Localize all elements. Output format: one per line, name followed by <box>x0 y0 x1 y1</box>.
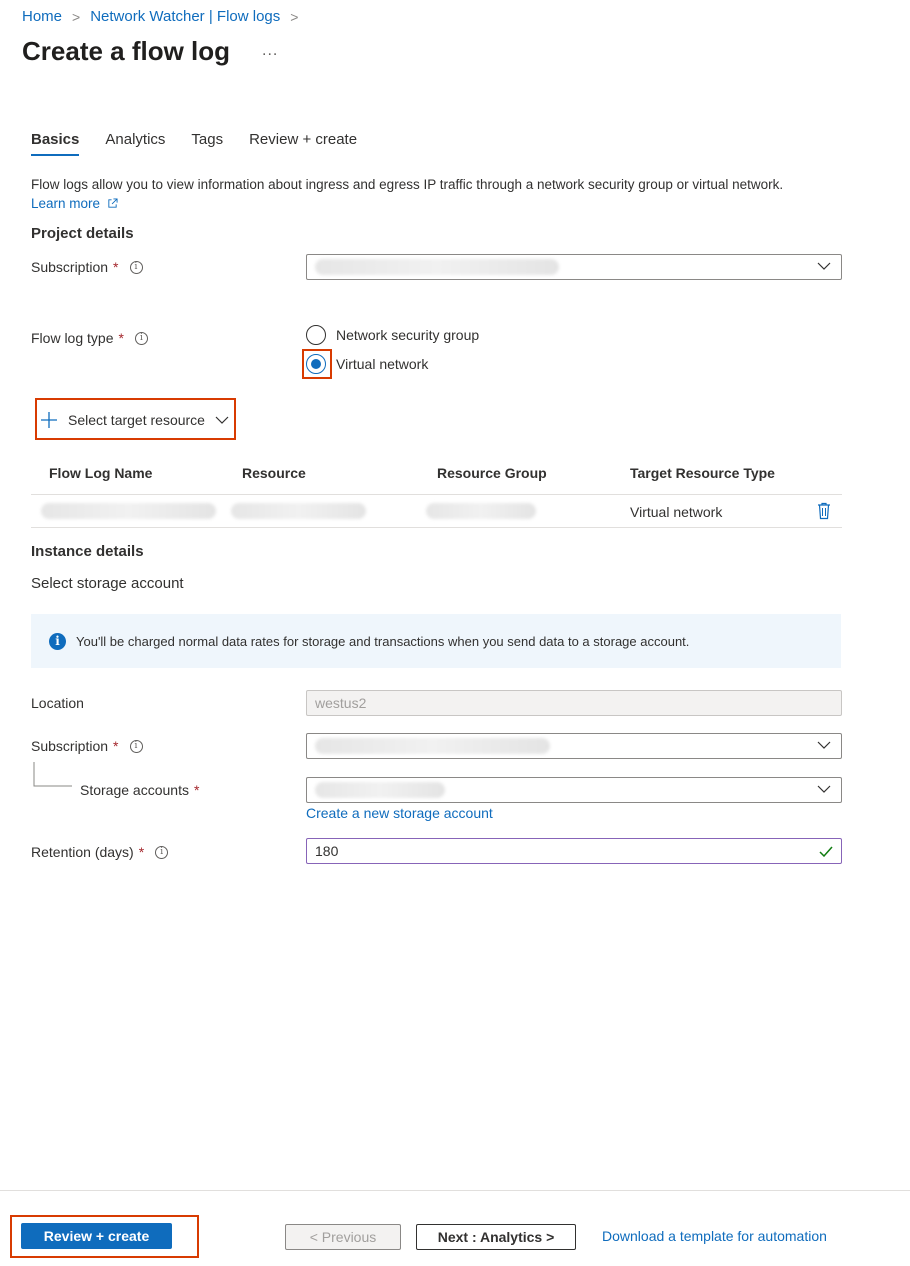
table-row: Virtual network <box>31 494 842 528</box>
info-banner: i You'll be charged normal data rates fo… <box>31 614 841 668</box>
info-icon[interactable]: i <box>129 739 143 753</box>
redacted-value <box>231 503 366 519</box>
tab-basics[interactable]: Basics <box>31 131 80 156</box>
storage-accounts-label: Storage accounts * <box>80 782 200 798</box>
subscription-label: Subscription * i <box>31 259 143 275</box>
intro-description: Flow logs allow you to view information … <box>31 175 851 213</box>
subscription-dropdown[interactable] <box>306 254 842 280</box>
storage-subscription-label: Subscription * i <box>31 738 143 754</box>
page-title: Create a flow log <box>22 36 231 66</box>
select-target-resource-button[interactable]: Select target resource <box>36 400 236 440</box>
redacted-value <box>41 503 216 519</box>
tree-connector <box>33 762 72 787</box>
tab-analytics[interactable]: Analytics <box>105 131 165 156</box>
highlight-box <box>302 349 332 379</box>
tab-review-create[interactable]: Review + create <box>249 131 357 156</box>
tab-list: Basics Analytics Tags Review + create <box>31 131 357 156</box>
chevron-down-icon <box>215 416 229 424</box>
radio-button[interactable] <box>306 325 326 345</box>
info-icon[interactable]: i <box>134 331 148 345</box>
breadcrumb-home-link[interactable]: Home <box>22 8 62 25</box>
target-resource-type: Virtual network <box>630 504 723 520</box>
redacted-value <box>315 259 559 275</box>
redacted-value <box>315 782 445 798</box>
info-icon: i <box>49 632 66 650</box>
chevron-down-icon <box>817 262 831 270</box>
retention-label: Retention (days) * i <box>31 844 169 860</box>
footer-divider <box>0 1190 910 1191</box>
next-analytics-button[interactable]: Next : Analytics > <box>416 1224 576 1250</box>
column-header: Target Resource Type <box>630 465 775 481</box>
chevron-down-icon <box>817 741 831 749</box>
storage-subscription-dropdown[interactable] <box>306 733 842 759</box>
review-create-button[interactable]: Review + create <box>21 1223 172 1249</box>
project-details-heading: Project details <box>31 225 134 242</box>
select-storage-heading: Select storage account <box>31 575 184 592</box>
more-options-button[interactable]: ... <box>262 42 278 60</box>
radio-network-security-group[interactable]: Network security group <box>306 325 479 345</box>
chevron-down-icon <box>817 785 831 793</box>
redacted-value <box>426 503 536 519</box>
breadcrumb: Home > Network Watcher | Flow logs > <box>22 8 298 25</box>
tab-tags[interactable]: Tags <box>191 131 223 156</box>
info-icon[interactable]: i <box>129 260 143 274</box>
flow-log-type-label: Flow log type * i <box>31 330 148 346</box>
learn-more-link[interactable]: Learn more <box>31 196 118 211</box>
info-icon[interactable]: i <box>155 845 169 859</box>
trash-icon[interactable] <box>817 502 831 520</box>
storage-accounts-dropdown[interactable] <box>306 777 842 803</box>
chevron-right-icon: > <box>72 8 81 25</box>
redacted-value <box>315 738 550 754</box>
instance-details-heading: Instance details <box>31 543 144 560</box>
chevron-right-icon: > <box>290 8 299 25</box>
previous-button[interactable]: < Previous <box>285 1224 401 1250</box>
column-header: Resource Group <box>437 465 547 481</box>
plus-icon <box>41 412 57 428</box>
location-field: westus2 <box>306 690 842 716</box>
column-header: Resource <box>242 465 306 481</box>
download-template-link[interactable]: Download a template for automation <box>602 1228 827 1244</box>
resource-table-header: Flow Log Name Resource Resource Group Ta… <box>31 465 842 493</box>
retention-input[interactable]: 180 <box>306 838 842 864</box>
location-label: Location <box>31 695 84 711</box>
external-link-icon <box>108 198 118 208</box>
checkmark-icon <box>819 846 833 857</box>
intro-text: Flow logs allow you to view information … <box>31 177 784 192</box>
column-header: Flow Log Name <box>49 465 153 481</box>
create-storage-account-link[interactable]: Create a new storage account <box>306 805 493 821</box>
breadcrumb-flow-logs-link[interactable]: Network Watcher | Flow logs <box>90 8 280 25</box>
